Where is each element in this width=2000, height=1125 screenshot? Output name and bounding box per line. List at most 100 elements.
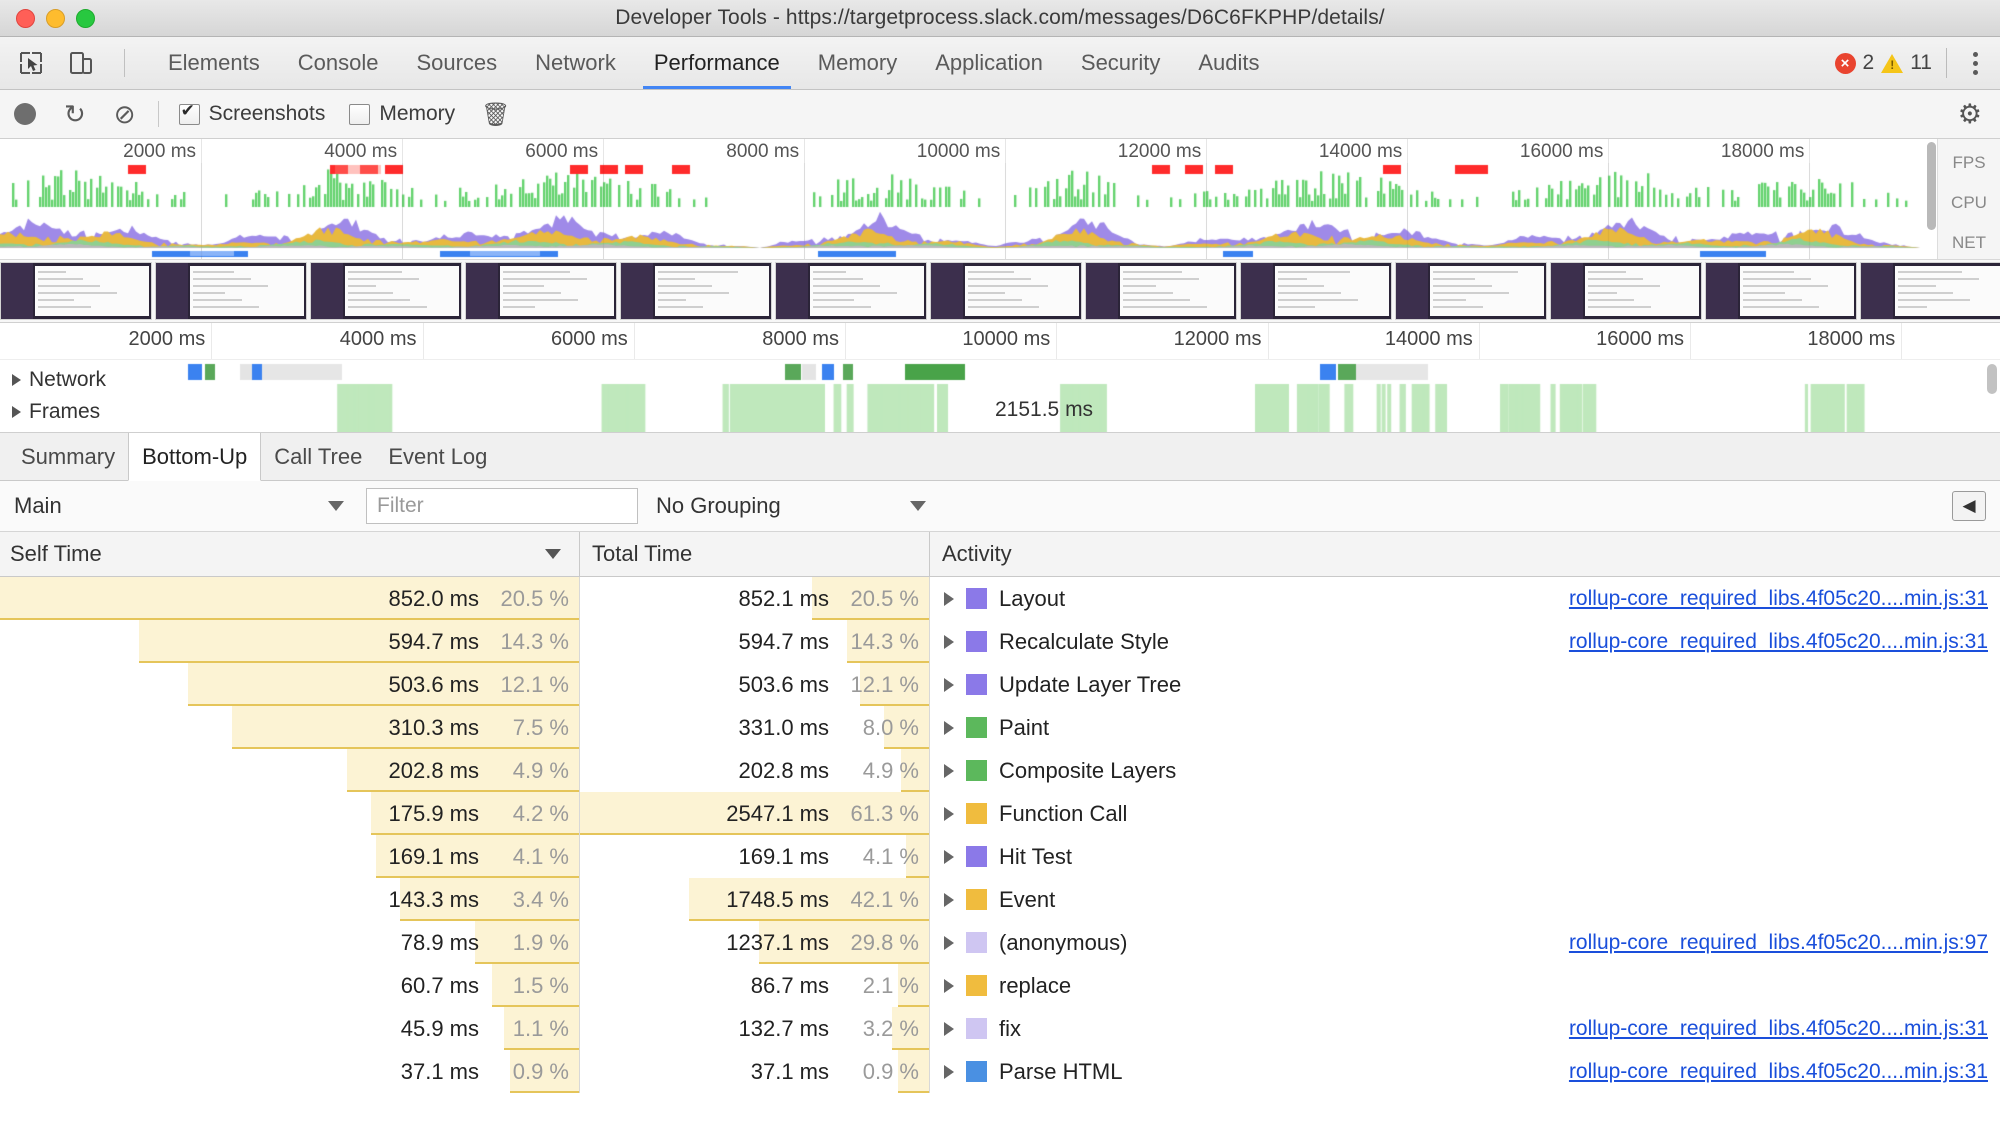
cell-activity: Hit Test: [930, 835, 2000, 878]
filmstrip-frame[interactable]: [0, 262, 152, 320]
source-link[interactable]: rollup-core_required_libs.4f05c20....min…: [1569, 1060, 1988, 1084]
gear-icon[interactable]: ⚙: [1958, 99, 1982, 130]
reload-and-record-button[interactable]: ↻: [50, 101, 100, 127]
frame-sidebar: [1706, 263, 1738, 319]
frame-line: [1433, 285, 1492, 287]
overview-scrollbar[interactable]: [1927, 142, 1936, 230]
self-time-values: 175.9 ms 4.2 %: [389, 801, 580, 827]
filmstrip-frame[interactable]: [930, 262, 1082, 320]
tab-summary[interactable]: Summary: [8, 433, 128, 480]
table-row[interactable]: 175.9 ms 4.2 % 2547.1 ms 61.3 % Function Cal…: [0, 792, 2000, 835]
filmstrip[interactable]: [0, 260, 2000, 323]
expand-icon[interactable]: [944, 849, 954, 864]
source-link[interactable]: rollup-core_required_libs.4f05c20....min…: [1569, 931, 1988, 955]
table-row[interactable]: 169.1 ms 4.1 % 169.1 ms 4.1 % Hit Test: [0, 835, 2000, 878]
table-row[interactable]: 45.9 ms 1.1 % 132.7 ms 3.2 % fix rollup-core_…: [0, 1007, 2000, 1050]
tab-application[interactable]: Application: [916, 37, 1062, 89]
table-row[interactable]: 503.6 ms 12.1 % 503.6 ms 12.1 % Update Layer…: [0, 663, 2000, 706]
grouping-dropdown[interactable]: No Grouping: [646, 481, 936, 531]
cell-total-time: 503.6 ms 12.1 %: [580, 663, 930, 706]
tab-network[interactable]: Network: [516, 37, 635, 89]
tab-bottom-up[interactable]: Bottom-Up: [128, 433, 262, 481]
tracks-scrollbar[interactable]: [1987, 364, 1997, 394]
frame-content: [500, 266, 614, 316]
tab-audits[interactable]: Audits: [1179, 37, 1278, 89]
frame-content: [1120, 266, 1234, 316]
filmstrip-frame[interactable]: [465, 262, 617, 320]
expand-icon[interactable]: [944, 677, 954, 692]
toggle-device-toolbar-icon[interactable]: [64, 46, 98, 80]
expand-icon[interactable]: [944, 892, 954, 907]
track-frames[interactable]: Frames: [12, 400, 100, 424]
tab-console[interactable]: Console: [279, 37, 398, 89]
inspect-element-icon[interactable]: [14, 46, 48, 80]
activity-table[interactable]: 852.0 ms 20.5 % 852.1 ms 20.5 % Layout rollup…: [0, 577, 2000, 1093]
expand-icon[interactable]: [944, 763, 954, 778]
table-row[interactable]: 594.7 ms 14.3 % 594.7 ms 14.3 % Recalculate …: [0, 620, 2000, 663]
filter-input[interactable]: Filter: [366, 488, 638, 524]
column-header-self-time[interactable]: Self Time: [0, 532, 580, 576]
filmstrip-frame[interactable]: [620, 262, 772, 320]
filmstrip-frame[interactable]: [1860, 262, 2000, 320]
clear-recording-button[interactable]: ⊘: [100, 101, 150, 127]
tab-security[interactable]: Security: [1062, 37, 1179, 89]
filmstrip-frame[interactable]: [1705, 262, 1857, 320]
expand-icon[interactable]: [944, 720, 954, 735]
frame-content: [190, 266, 304, 316]
self-time-ms: 202.8 ms: [388, 757, 480, 783]
expand-icon[interactable]: [944, 978, 954, 993]
filmstrip-frame[interactable]: [155, 262, 307, 320]
tab-event-log[interactable]: Event Log: [375, 433, 500, 480]
cell-activity: (anonymous) rollup-core_required_libs.4f0…: [930, 921, 2000, 964]
expand-icon[interactable]: [944, 1064, 954, 1079]
expand-icon[interactable]: [944, 591, 954, 606]
tab-sources[interactable]: Sources: [397, 37, 516, 89]
activity-color-swatch: [966, 760, 987, 781]
frame-line: [968, 306, 1039, 308]
column-header-total-time[interactable]: Total Time: [580, 532, 930, 576]
table-row[interactable]: 143.3 ms 3.4 % 1748.5 ms 42.1 % Event: [0, 878, 2000, 921]
tab-elements[interactable]: Elements: [149, 37, 279, 89]
memory-checkbox[interactable]: Memory: [337, 102, 467, 126]
track-network[interactable]: Network: [12, 368, 106, 392]
table-row[interactable]: 310.3 ms 7.5 % 331.0 ms 8.0 % Paint: [0, 706, 2000, 749]
source-link[interactable]: rollup-core_required_libs.4f05c20....min…: [1569, 630, 1988, 654]
trash-icon[interactable]: 🗑: [467, 101, 524, 128]
source-link[interactable]: rollup-core_required_libs.4f05c20....min…: [1569, 587, 1988, 611]
table-row[interactable]: 78.9 ms 1.9 % 1237.1 ms 29.8 % (anonymous) ro…: [0, 921, 2000, 964]
source-link[interactable]: rollup-core_required_libs.4f05c20....min…: [1569, 1017, 1988, 1041]
filmstrip-frame[interactable]: [310, 262, 462, 320]
console-counters[interactable]: × 2 11: [1834, 51, 1932, 75]
filmstrip-frame[interactable]: [1395, 262, 1547, 320]
tab-performance[interactable]: Performance: [635, 37, 799, 89]
table-row[interactable]: 852.0 ms 20.5 % 852.1 ms 20.5 % Layout rollup…: [0, 577, 2000, 620]
table-row[interactable]: 202.8 ms 4.9 % 202.8 ms 4.9 % Composite Laye…: [0, 749, 2000, 792]
expand-icon[interactable]: [944, 935, 954, 950]
self-time-percent: 20.5 %: [500, 585, 570, 611]
frame-line: [1588, 292, 1617, 294]
scope-dropdown[interactable]: Main: [0, 481, 358, 531]
expand-icon[interactable]: [944, 1021, 954, 1036]
filmstrip-frame[interactable]: [775, 262, 927, 320]
filmstrip-frame[interactable]: [1085, 262, 1237, 320]
cell-self-time: 143.3 ms 3.4 %: [0, 878, 580, 921]
toggle-sidebar-button[interactable]: ◀: [1952, 491, 1986, 521]
expand-icon[interactable]: [944, 806, 954, 821]
activity-color-swatch: [966, 975, 987, 996]
screenshots-checkbox[interactable]: Screenshots: [167, 101, 338, 126]
total-time-ms: 503.6 ms: [738, 671, 830, 697]
timeline-overview[interactable]: 2000 ms 4000 ms 6000 ms 8000 ms 10000 ms 1200…: [0, 139, 2000, 260]
table-row[interactable]: 60.7 ms 1.5 % 86.7 ms 2.1 % replace: [0, 964, 2000, 1007]
timeline-tracks[interactable]: Network Frames 2151.5 ms: [0, 360, 2000, 433]
column-header-activity[interactable]: Activity: [930, 532, 2000, 576]
tab-memory[interactable]: Memory: [799, 37, 916, 89]
tab-call-tree[interactable]: Call Tree: [261, 433, 375, 480]
cell-activity: Paint: [930, 706, 2000, 749]
filmstrip-frame[interactable]: [1240, 262, 1392, 320]
table-row[interactable]: 37.1 ms 0.9 % 37.1 ms 0.9 % Parse HTML rollup…: [0, 1050, 2000, 1093]
frame-sidebar: [1861, 263, 1893, 319]
expand-icon[interactable]: [944, 634, 954, 649]
more-options-icon[interactable]: [1961, 51, 1990, 75]
filmstrip-frame[interactable]: [1550, 262, 1702, 320]
record-button[interactable]: [0, 103, 50, 125]
